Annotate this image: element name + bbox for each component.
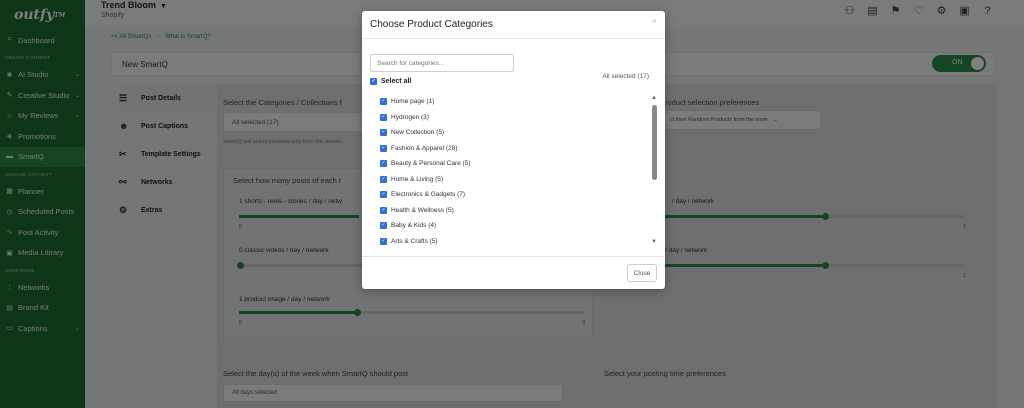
scrollbar-thumb[interactable] bbox=[651, 105, 657, 180]
modal-header: Choose Product Categories × bbox=[362, 11, 665, 39]
category-list-scrollbar[interactable]: ▲ ▼ bbox=[651, 95, 657, 245]
all-selected-count: All selected (17) bbox=[602, 73, 649, 80]
category-item[interactable]: ✓ Fashion & Apparel (28) bbox=[370, 141, 658, 157]
category-item[interactable]: ✓ Baby & Kids (4) bbox=[370, 218, 658, 234]
checkbox-checked-icon: ✓ bbox=[380, 175, 387, 183]
checkbox-checked-icon: ✓ bbox=[380, 113, 387, 121]
modal-footer: Close bbox=[362, 256, 665, 289]
category-item[interactable]: ✓ Home & Living (5) bbox=[370, 172, 658, 188]
scroll-up-arrow-icon[interactable]: ▲ bbox=[651, 95, 657, 101]
checkbox-checked-icon: ✓ bbox=[380, 144, 387, 152]
category-item[interactable]: ✓ Electronics & Gadgets (7) bbox=[370, 187, 658, 203]
choose-categories-modal: Choose Product Categories × ✓Select all … bbox=[362, 11, 665, 289]
checkbox-checked-icon: ✓ bbox=[380, 129, 387, 137]
category-item[interactable]: ✓ Beauty & Personal Care (5) bbox=[370, 156, 658, 172]
checkbox-checked-icon: ✓ bbox=[380, 222, 387, 230]
checkbox-checked-icon: ✓ bbox=[370, 78, 377, 85]
category-item[interactable]: ✓ Health & Wellness (5) bbox=[370, 203, 658, 219]
category-item[interactable]: ✓ Hydrogen (3) bbox=[370, 110, 658, 126]
checkbox-checked-icon: ✓ bbox=[380, 98, 387, 106]
select-all-checkbox[interactable]: ✓ Select all bbox=[370, 78, 411, 85]
category-item[interactable]: ✓ Home page (1) bbox=[370, 94, 658, 110]
category-item[interactable]: ✓ New Collection (5) bbox=[370, 125, 658, 141]
category-list: ✓ Home page (1) ✓ Hydrogen (3) ✓ New Collec… bbox=[370, 94, 658, 256]
category-search-input[interactable] bbox=[370, 54, 514, 72]
checkbox-checked-icon: ✓ bbox=[380, 160, 387, 168]
close-button[interactable]: Close bbox=[627, 264, 657, 282]
scroll-down-arrow-icon[interactable]: ▼ bbox=[651, 239, 657, 245]
modal-title: Choose Product Categories bbox=[370, 19, 493, 30]
checkbox-checked-icon: ✓ bbox=[380, 191, 387, 199]
close-icon[interactable]: × bbox=[652, 16, 657, 26]
checkbox-checked-icon: ✓ bbox=[380, 206, 387, 214]
checkbox-checked-icon: ✓ bbox=[380, 237, 387, 245]
category-item[interactable]: ✓ Arts & Crafts (5) bbox=[370, 234, 658, 250]
